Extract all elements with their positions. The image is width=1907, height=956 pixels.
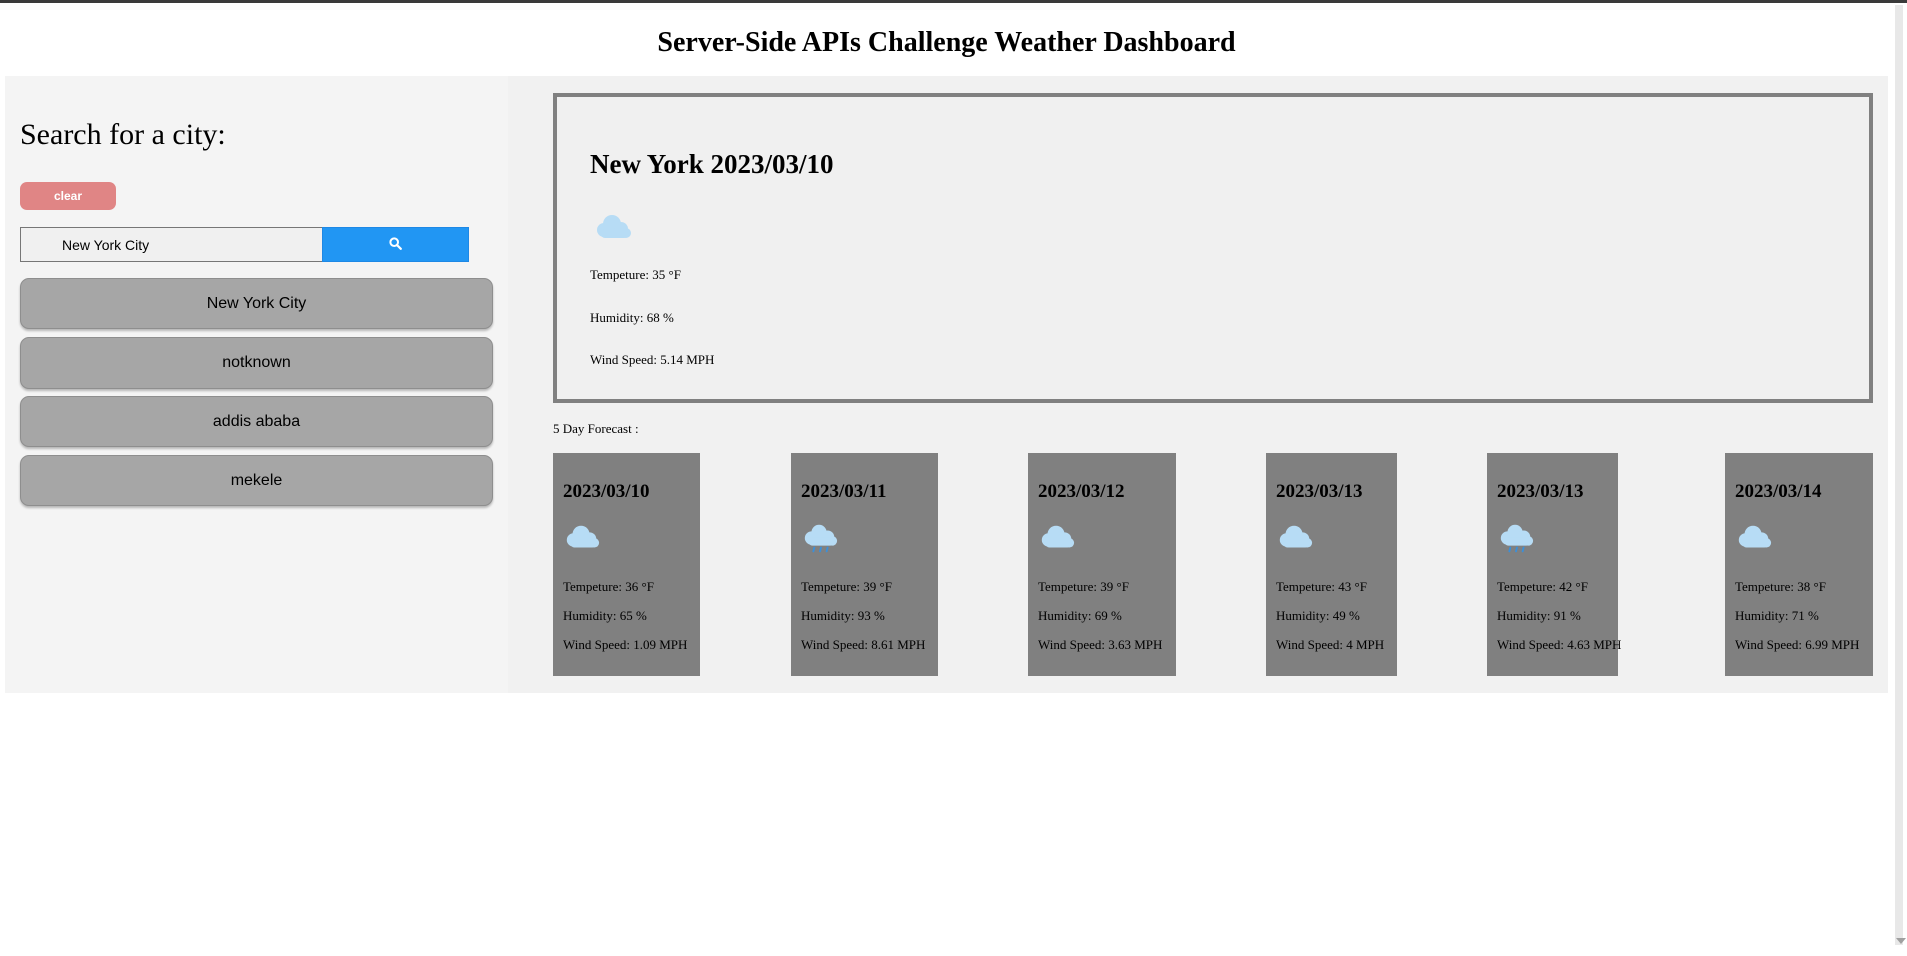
cloud-icon xyxy=(1276,524,1314,559)
history-item-addis-ababa[interactable]: addis ababa xyxy=(20,396,493,447)
search-icon xyxy=(389,236,402,253)
forecast-card: 2023/03/14 Tempeture: 38 °F Humidity: 71… xyxy=(1725,453,1873,676)
top-border xyxy=(0,0,1907,3)
current-weather-panel: New York 2023/03/10 Tempeture: 35 °F Hum… xyxy=(553,93,1873,403)
forecast-wind-speed: Wind Speed: 6.99 MPH xyxy=(1735,637,1860,652)
forecast-date: 2023/03/12 xyxy=(1038,481,1125,502)
dashboard-layout: Search for a city: clear New York City n… xyxy=(5,76,1888,693)
forecast-wind-speed: Wind Speed: 1.09 MPH xyxy=(563,637,688,652)
cloud-icon xyxy=(1735,524,1773,559)
history-item-new-york-city[interactable]: New York City xyxy=(20,278,493,329)
forecast-temperature: Tempeture: 42 °F xyxy=(1497,579,1588,594)
forecast-card: 2023/03/13 Tempeture: 42 °F Humidity: 91… xyxy=(1487,453,1622,676)
forecast-temperature: Tempeture: 36 °F xyxy=(563,579,654,594)
forecast-date: 2023/03/14 xyxy=(1735,481,1822,502)
forecast-humidity: Humidity: 71 % xyxy=(1735,608,1819,623)
forecast-temperature: Tempeture: 39 °F xyxy=(1038,579,1129,594)
current-city-date: New York 2023/03/10 xyxy=(590,149,834,179)
forecast-wind-speed: Wind Speed: 4.63 MPH xyxy=(1497,637,1622,652)
city-search-input[interactable] xyxy=(20,227,322,262)
search-heading: Search for a city: xyxy=(20,118,226,151)
search-history-list: New York City notknown addis ababa mekel… xyxy=(20,278,493,514)
forecast-heading: 5 Day Forecast : xyxy=(553,421,639,436)
current-humidity: Humidity: 68 % xyxy=(590,310,674,325)
forecast-card: 2023/03/13 Tempeture: 43 °F Humidity: 49… xyxy=(1266,453,1397,676)
scroll-down-arrow-icon[interactable] xyxy=(1896,938,1906,944)
clear-button[interactable]: clear xyxy=(20,182,116,210)
forecast-date: 2023/03/13 xyxy=(1497,481,1584,502)
cloud-icon xyxy=(593,214,633,247)
cloud-icon xyxy=(1038,524,1076,559)
current-wind-speed: Wind Speed: 5.14 MPH xyxy=(590,352,715,367)
forecast-date: 2023/03/10 xyxy=(563,481,650,502)
scrollbar-thumb[interactable] xyxy=(1895,5,1903,945)
history-item-mekele[interactable]: mekele xyxy=(20,455,493,506)
search-sidebar: Search for a city: clear New York City n… xyxy=(5,76,508,693)
rain-cloud-icon xyxy=(1497,524,1535,559)
forecast-card: 2023/03/12 Tempeture: 39 °F Humidity: 69… xyxy=(1028,453,1176,676)
search-button[interactable] xyxy=(322,227,469,262)
cloud-icon xyxy=(563,524,601,559)
forecast-temperature: Tempeture: 38 °F xyxy=(1735,579,1826,594)
forecast-wind-speed: Wind Speed: 4 MPH xyxy=(1276,637,1385,652)
page-title: Server-Side APIs Challenge Weather Dashb… xyxy=(657,27,1236,58)
search-form xyxy=(20,227,469,262)
forecast-date: 2023/03/11 xyxy=(801,481,887,502)
rain-cloud-icon xyxy=(801,524,839,559)
forecast-humidity: Humidity: 69 % xyxy=(1038,608,1122,623)
forecast-wind-speed: Wind Speed: 3.63 MPH xyxy=(1038,637,1163,652)
forecast-temperature: Tempeture: 39 °F xyxy=(801,579,892,594)
forecast-temperature: Tempeture: 43 °F xyxy=(1276,579,1367,594)
forecast-humidity: Humidity: 65 % xyxy=(563,608,647,623)
forecast-card: 2023/03/10 Tempeture: 36 °F Humidity: 65… xyxy=(553,453,700,676)
current-temperature: Tempeture: 35 °F xyxy=(590,267,681,282)
forecast-wind-speed: Wind Speed: 8.61 MPH xyxy=(801,637,926,652)
forecast-date: 2023/03/13 xyxy=(1276,481,1363,502)
forecast-humidity: Humidity: 91 % xyxy=(1497,608,1581,623)
history-item-notknown[interactable]: notknown xyxy=(20,337,493,389)
forecast-humidity: Humidity: 49 % xyxy=(1276,608,1360,623)
forecast-card: 2023/03/11 Tempeture: 39 °F Humidity: 93… xyxy=(791,453,938,676)
forecast-humidity: Humidity: 93 % xyxy=(801,608,885,623)
